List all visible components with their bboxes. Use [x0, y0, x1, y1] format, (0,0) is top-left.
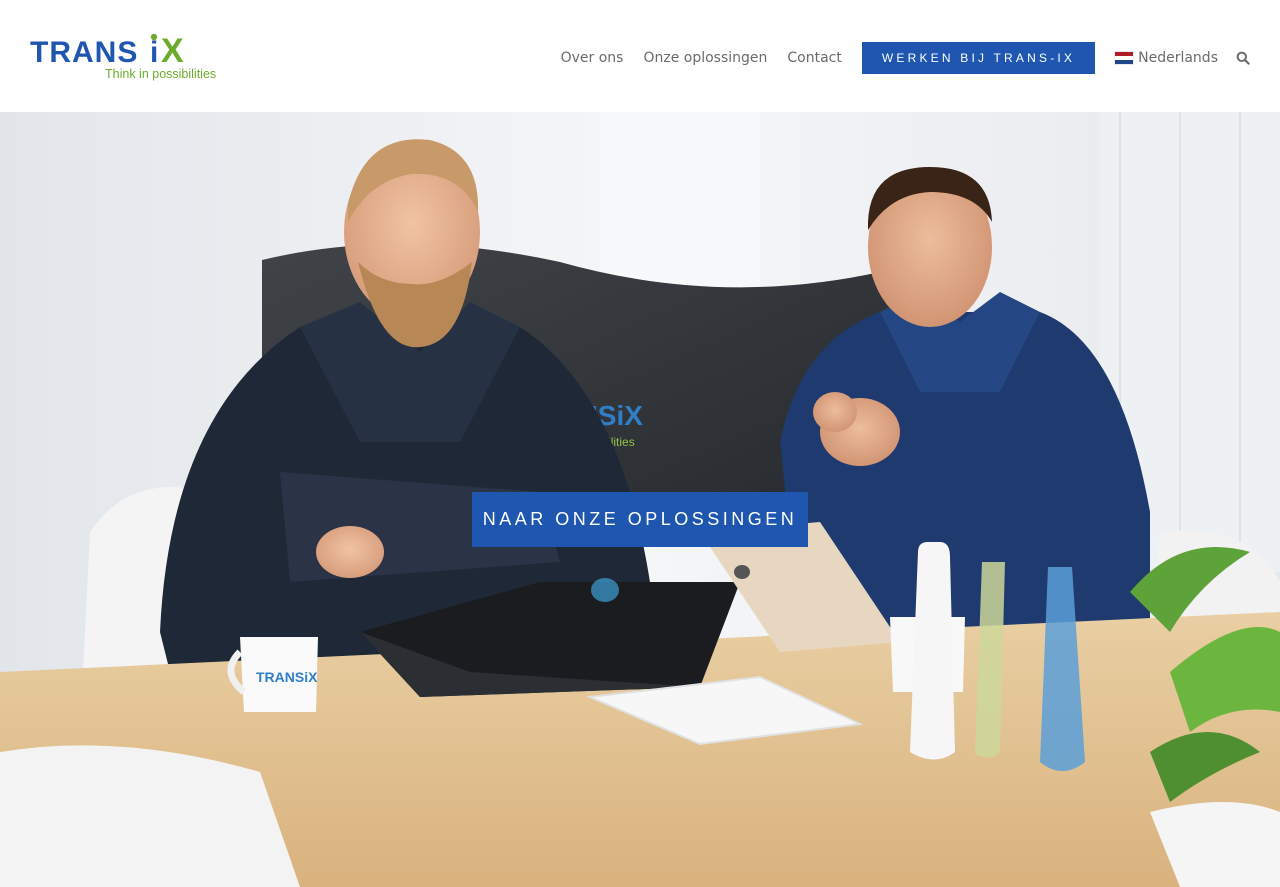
naar-onze-oplossingen-button[interactable]: NAAR ONZE OPLOSSINGEN	[472, 492, 808, 547]
svg-text:TRANS: TRANS	[30, 36, 138, 69]
netherlands-flag-icon	[1115, 52, 1134, 64]
nav-item-onze-oplossingen[interactable]: Onze oplossingen	[643, 50, 767, 66]
werken-bij-button[interactable]: WERKEN BIJ TRANS-IX	[861, 42, 1096, 74]
site-header: TRANS i X Think in possibilities Over on…	[0, 0, 1280, 112]
language-switcher[interactable]: Nederlands	[1115, 50, 1218, 66]
main-navigation: Over ons Onze oplossingen Contact WERKEN…	[561, 42, 1250, 74]
svg-text:X: X	[161, 32, 184, 70]
svg-text:Think in possibilities: Think in possibilities	[105, 67, 216, 81]
svg-text:TRANSiX: TRANSiX	[256, 669, 318, 685]
search-icon[interactable]	[1236, 51, 1250, 65]
nav-item-contact[interactable]: Contact	[787, 50, 841, 66]
svg-text:i: i	[150, 36, 158, 69]
language-label: Nederlands	[1138, 50, 1218, 66]
nav-item-over-ons[interactable]: Over ons	[561, 50, 624, 66]
hero-section: TRANSiX Think in possibilities	[0, 112, 1280, 887]
transix-logo[interactable]: TRANS i X Think in possibilities	[30, 28, 222, 84]
